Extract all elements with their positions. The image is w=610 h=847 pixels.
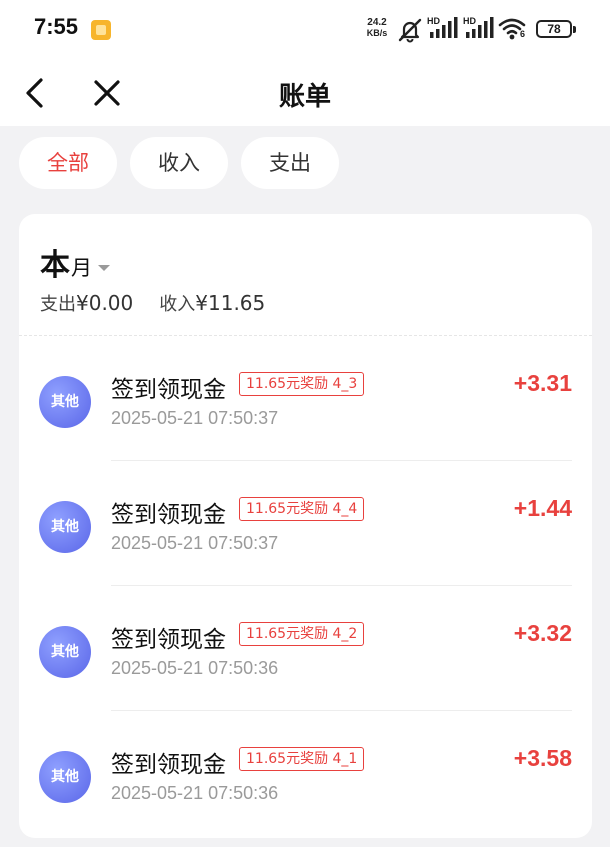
battery-indicator: 78 [536,20,576,38]
transaction-tag: 11.65元奖励 4_1 [239,747,365,771]
nav-bar: 账单 [0,60,610,126]
income-label: 收入 [159,294,196,315]
transaction-amount: +1.44 [513,495,572,521]
transaction-title: 签到领现金 [111,377,226,403]
transaction-time: 2025-05-21 07:50:36 [111,783,279,803]
signal-bars-icon [466,17,494,38]
network-speed-value: 24.2 [367,17,387,28]
bell-off-icon [398,18,422,43]
period-summary: 支出¥0.00 收入¥11.65 [40,290,265,316]
expense-value: ¥0.00 [76,291,134,315]
month-selector-small: 月 [71,256,92,280]
signal-bars-icon [430,17,458,38]
transaction-time: 2025-05-21 07:50:37 [111,408,279,428]
status-bar: 7:55 24.2 KB/s HD HD 6 78 [0,0,610,60]
transaction-row[interactable]: 其他 签到领现金 11.65元奖励 4_1 2025-05-21 07:50:3… [19,711,592,836]
network-speed: 24.2 KB/s [362,17,392,39]
month-selector[interactable]: 本月 [40,240,110,283]
transaction-amount: +3.32 [513,620,572,646]
transaction-title: 签到领现金 [111,627,226,653]
income-value: ¥11.65 [195,291,266,315]
status-time: 7:55 [34,14,79,39]
transaction-title: 签到领现金 [111,502,226,528]
caret-down-icon [98,264,110,271]
category-avatar: 其他 [39,751,91,803]
tab-expense[interactable]: 支出 [241,137,339,189]
tab-income[interactable]: 收入 [130,137,228,189]
category-avatar: 其他 [39,501,91,553]
tab-expense-label: 支出 [269,151,311,175]
network-speed-unit: KB/s [366,28,388,38]
signal-2: HD [463,16,495,42]
notification-app-icon [91,20,111,40]
category-avatar: 其他 [39,626,91,678]
wifi-sub-label: 6 [520,29,526,39]
transaction-row[interactable]: 其他 签到领现金 11.65元奖励 4_4 2025-05-21 07:50:3… [19,461,592,586]
bill-card: 本月 支出¥0.00 收入¥11.65 其他 签到领现金 11.65元奖励 4_3… [19,214,592,838]
signal-1: HD [427,16,459,42]
transaction-row[interactable]: 其他 签到领现金 11.65元奖励 4_2 2025-05-21 07:50:3… [19,586,592,711]
transaction-tag: 11.65元奖励 4_3 [239,372,365,396]
transaction-tag: 11.65元奖励 4_4 [239,497,365,521]
transaction-time: 2025-05-21 07:50:36 [111,658,279,678]
transaction-amount: +3.31 [513,370,572,396]
tab-all-label: 全部 [47,151,89,175]
page-title: 账单 [278,82,331,112]
month-selector-big: 本 [40,248,70,283]
expense-label: 支出 [40,294,76,315]
transaction-amount: +3.58 [513,745,572,771]
transaction-row[interactable]: 其他 签到领现金 11.65元奖励 4_3 2025-05-21 07:50:3… [19,336,592,461]
tab-all[interactable]: 全部 [19,137,117,189]
category-avatar: 其他 [39,376,91,428]
wifi-indicator: 6 [498,16,530,44]
transaction-title: 签到领现金 [111,752,226,778]
transaction-time: 2025-05-21 07:50:37 [111,533,279,553]
tab-income-label: 收入 [158,151,200,175]
transaction-tag: 11.65元奖励 4_2 [239,622,365,646]
